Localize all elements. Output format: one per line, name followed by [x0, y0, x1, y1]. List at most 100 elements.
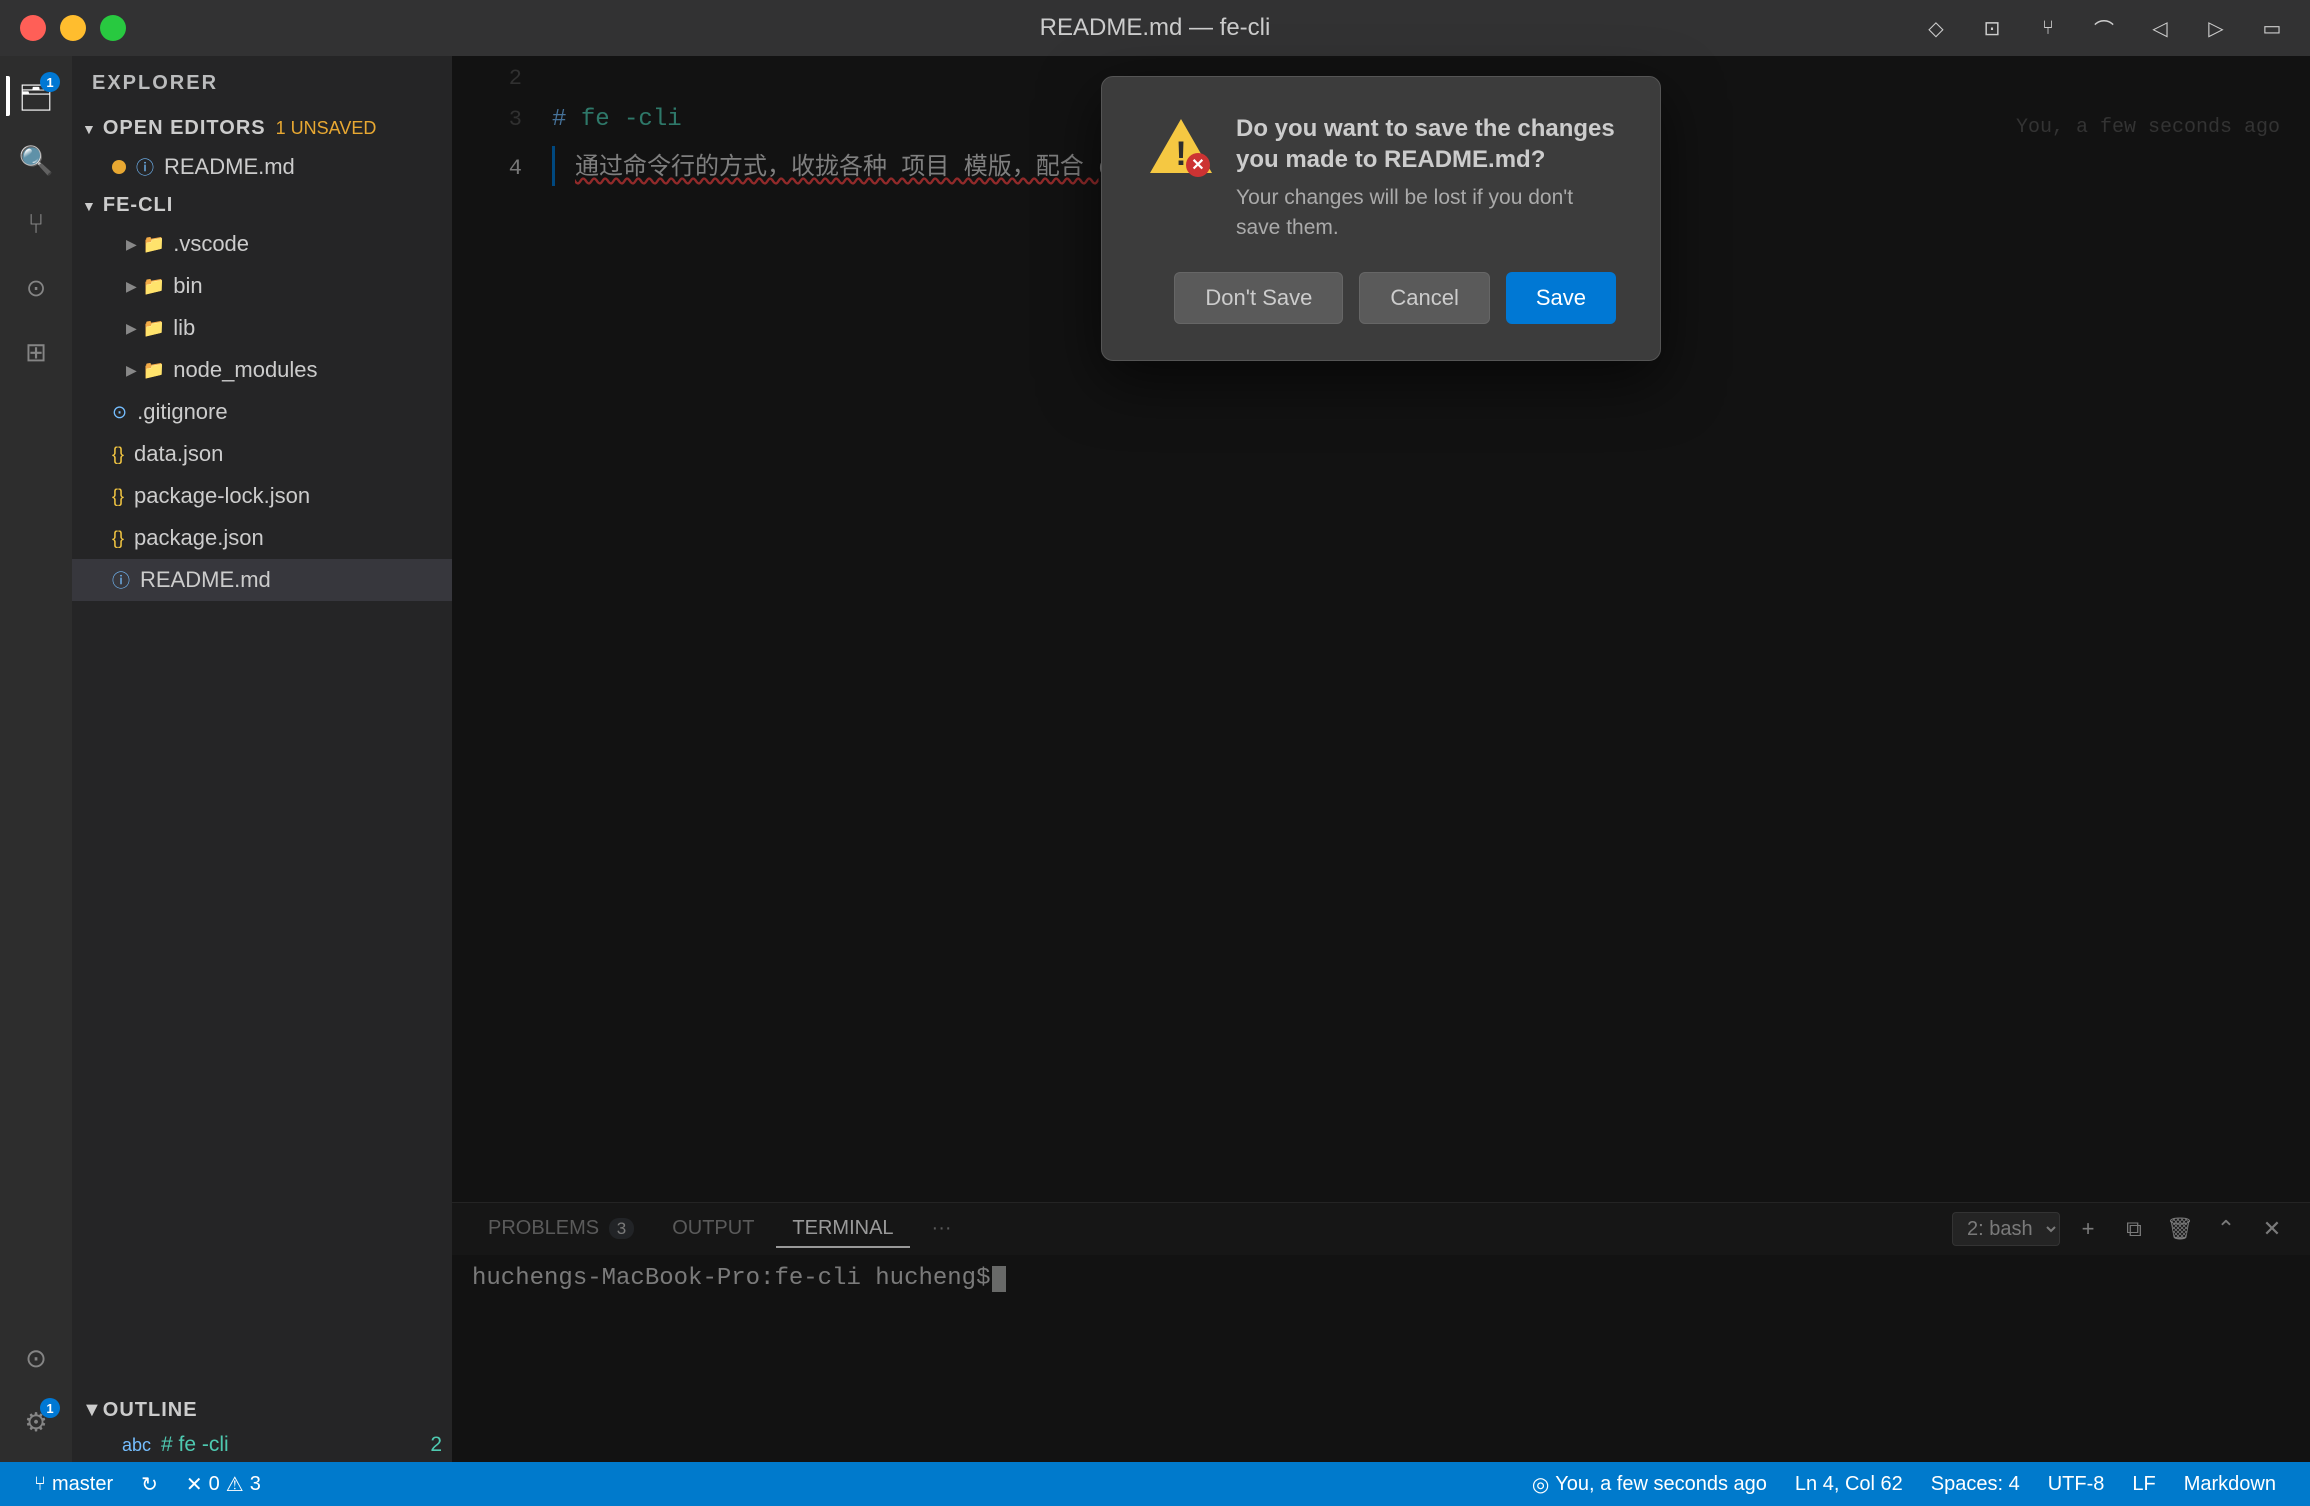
gitignore-icon: ⊙: [112, 402, 127, 423]
dialog-header: ! ✕ Do you want to save the changes you …: [1146, 113, 1616, 242]
readme-icon: ⓘ: [112, 567, 130, 593]
save-dialog: ! ✕ Do you want to save the changes you …: [1101, 76, 1661, 361]
error-count: 0: [209, 1473, 220, 1496]
titlebar-actions: ◇ ⊡ ⑂ ⌒ ◁ ▷ ▭: [1918, 10, 2290, 46]
node-modules-chevron: ▶: [126, 362, 137, 379]
dialog-overlay: ! ✕ Do you want to save the changes you …: [452, 56, 2310, 1462]
panel-icon[interactable]: ▭: [2254, 10, 2290, 46]
folder-bin-label: bin: [173, 273, 202, 299]
extensions-icon: ⊞: [25, 337, 47, 368]
remote-activity-icon: ⊙: [25, 1343, 47, 1374]
cursor-position: Ln 4, Col 62: [1795, 1473, 1903, 1496]
run-icon: ⊙: [26, 274, 46, 303]
titlebar: README.md — fe-cli ◇ ⊡ ⑂ ⌒ ◁ ▷ ▭: [0, 0, 2310, 56]
activity-item-run[interactable]: ⊙: [6, 258, 66, 318]
file-readme[interactable]: ⓘ README.md: [72, 559, 452, 601]
minimize-button[interactable]: [60, 15, 86, 41]
folder-vscode-label: .vscode: [173, 231, 249, 257]
warning-icon: ⚠: [226, 1472, 244, 1497]
branch-icon[interactable]: ⑂: [2030, 10, 2066, 46]
activity-item-explorer[interactable]: 🗂 1: [6, 66, 66, 126]
lib-chevron: ▶: [126, 320, 137, 337]
timeline-icon[interactable]: ⌒: [2086, 10, 2122, 46]
folder-vscode[interactable]: ▶ 📁 .vscode: [72, 223, 452, 265]
status-encoding[interactable]: UTF-8: [2034, 1462, 2119, 1506]
status-blame[interactable]: ◎ You, a few seconds ago: [1518, 1462, 1781, 1506]
source-control-icon: ⑂: [28, 208, 45, 240]
activity-item-search[interactable]: 🔍: [6, 130, 66, 190]
status-line-ending[interactable]: LF: [2118, 1462, 2169, 1506]
vscode-chevron: ▶: [126, 236, 137, 253]
folder-node-modules-label: node_modules: [173, 357, 317, 383]
folder-node-modules[interactable]: ▶ 📁 node_modules: [72, 349, 452, 391]
window-controls: [20, 15, 126, 41]
error-icon: ✕: [186, 1472, 203, 1497]
spaces-text: Spaces: 4: [1931, 1473, 2020, 1496]
package-lock-label: package-lock.json: [134, 483, 310, 509]
review-icon[interactable]: ◁: [2142, 10, 2178, 46]
warning-count: 3: [250, 1473, 261, 1496]
fe-cli-chevron: ▼: [82, 198, 97, 214]
svg-text:✕: ✕: [1191, 157, 1204, 174]
open-editor-readme[interactable]: ⓘ README.md: [72, 146, 452, 188]
status-errors[interactable]: ✕ 0 ⚠ 3: [172, 1462, 275, 1506]
data-json-icon: {}: [112, 444, 124, 465]
activity-item-extensions[interactable]: ⊞: [6, 322, 66, 382]
readme-label: README.md: [140, 567, 271, 593]
status-sync[interactable]: ↻: [127, 1462, 172, 1506]
outline-item[interactable]: abc # fe -cli 2: [72, 1428, 452, 1462]
folder-bin[interactable]: ▶ 📁 bin: [72, 265, 452, 307]
maximize-button[interactable]: [100, 15, 126, 41]
package-json-label: package.json: [134, 525, 264, 551]
status-language[interactable]: Markdown: [2170, 1462, 2290, 1506]
dont-save-button[interactable]: Don't Save: [1174, 272, 1343, 324]
cancel-button[interactable]: Cancel: [1359, 272, 1489, 324]
forward-icon[interactable]: ▷: [2198, 10, 2234, 46]
fe-cli-section[interactable]: ▼ FE-CLI: [72, 188, 452, 223]
branch-icon: ⑂: [34, 1473, 46, 1496]
dialog-buttons: Don't Save Cancel Save: [1146, 272, 1616, 324]
data-json-label: data.json: [134, 441, 223, 467]
gitignore-label: .gitignore: [137, 399, 228, 425]
svg-text:!: !: [1175, 135, 1186, 173]
activity-item-settings[interactable]: ⚙ 1: [6, 1392, 66, 1452]
sidebar: EXPLORER ▼ OPEN EDITORS 1 UNSAVED ⓘ READ…: [72, 56, 452, 1462]
status-branch[interactable]: ⑂ master: [20, 1462, 127, 1506]
info-icon: ⓘ: [136, 154, 154, 180]
close-button[interactable]: [20, 15, 46, 41]
file-package-json[interactable]: {} package.json: [72, 517, 452, 559]
window-title: README.md — fe-cli: [1040, 14, 1271, 42]
file-gitignore[interactable]: ⊙ .gitignore: [72, 391, 452, 433]
package-lock-icon: {}: [112, 486, 124, 507]
outline-label: OUTLINE: [103, 1399, 198, 1422]
statusbar: ⑂ master ↻ ✕ 0 ⚠ 3 ◎ You, a few seconds …: [0, 1462, 2310, 1506]
folder-vscode-icon: 📁: [143, 234, 165, 255]
outline-section[interactable]: ▼ OUTLINE: [72, 1393, 452, 1428]
encoding-text: UTF-8: [2048, 1473, 2105, 1496]
status-cursor[interactable]: Ln 4, Col 62: [1781, 1462, 1917, 1506]
activity-item-remote[interactable]: ⊙: [6, 1328, 66, 1388]
dialog-title: Do you want to save the changes you made…: [1236, 113, 1616, 175]
blame-text: You, a few seconds ago: [1555, 1473, 1767, 1496]
remote-icon[interactable]: ◇: [1918, 10, 1954, 46]
open-editors-section[interactable]: ▼ OPEN EDITORS 1 UNSAVED: [72, 111, 452, 146]
editor-area: 2 3 # fe -cli 4 通过命令行的方式，收拢各种 项目 模版，配合 g…: [452, 56, 2310, 1462]
status-spaces[interactable]: Spaces: 4: [1917, 1462, 2034, 1506]
language-text: Markdown: [2184, 1473, 2276, 1496]
explorer-badge: 1: [40, 72, 60, 92]
save-button[interactable]: Save: [1506, 272, 1616, 324]
folder-node-modules-icon: 📁: [143, 360, 165, 381]
layout-icon[interactable]: ⊡: [1974, 10, 2010, 46]
git-icon: ◎: [1532, 1472, 1549, 1497]
file-package-lock[interactable]: {} package-lock.json: [72, 475, 452, 517]
unsaved-dot: [112, 160, 126, 174]
line-ending-text: LF: [2132, 1473, 2155, 1496]
fe-cli-label: FE-CLI: [103, 194, 173, 217]
folder-lib[interactable]: ▶ 📁 lib: [72, 307, 452, 349]
activity-item-source-control[interactable]: ⑂: [6, 194, 66, 254]
file-data-json[interactable]: {} data.json: [72, 433, 452, 475]
search-icon: 🔍: [19, 144, 54, 177]
sync-icon: ↻: [141, 1472, 158, 1497]
bin-chevron: ▶: [126, 278, 137, 295]
warning-icon: ! ✕: [1146, 113, 1216, 183]
